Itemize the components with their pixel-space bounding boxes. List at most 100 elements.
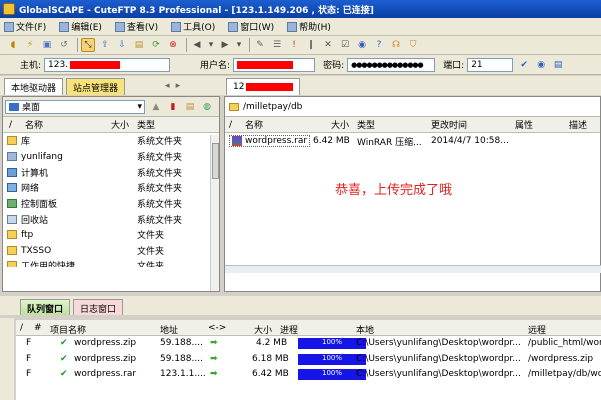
col-num[interactable]: #	[34, 323, 42, 333]
folder-icon	[229, 102, 239, 111]
table-row[interactable]: F ✔ wordpress.zip 59.188.... ➡ 6.18 MB 1…	[16, 352, 601, 368]
list-item[interactable]: 工作用的快捷 文件夹	[3, 259, 219, 267]
col-size[interactable]: 大小	[111, 118, 129, 131]
tab-prev-icon[interactable]: ◂	[165, 81, 170, 91]
stop-icon[interactable]: ⊗	[166, 38, 180, 52]
queue-list: / # 项目名称 地址 <-> 大小 进程 本地 远程 F ✔ wordpres…	[16, 320, 601, 400]
local-path-dropdown[interactable]: 桌面 ▾	[5, 99, 145, 114]
folder-new-icon[interactable]: ▤	[132, 38, 146, 52]
col-modified[interactable]: 更改时间	[431, 118, 467, 131]
shield-icon[interactable]: ⛉	[406, 38, 420, 52]
col-local[interactable]: 本地	[356, 323, 374, 336]
toolbar-divider	[77, 38, 78, 52]
password-input[interactable]: ●●●●●●●●●●●●●●	[347, 57, 436, 72]
sort-icon: /	[229, 119, 233, 130]
port-input[interactable]: 21	[467, 57, 514, 72]
arrow-right-icon: ➡	[210, 369, 218, 379]
menu-view[interactable]: 查看(V)	[114, 20, 158, 33]
folder-icon	[7, 230, 17, 240]
list-item[interactable]: 库系统文件夹	[3, 133, 219, 149]
forward-icon[interactable]: ▶	[218, 38, 232, 52]
connect-icon[interactable]: ◖	[6, 38, 20, 52]
download-icon[interactable]: ⇩	[115, 38, 129, 52]
pause-icon[interactable]: ❙	[304, 38, 318, 52]
tab-next-icon[interactable]: ▸	[176, 81, 181, 91]
list-item[interactable]: 控制面板 系统文件夹	[3, 196, 219, 212]
col-direction[interactable]: <->	[208, 323, 226, 333]
connect-go-icon[interactable]: ✔	[517, 58, 531, 72]
list-item[interactable]: TXSSO 文件夹	[3, 243, 219, 259]
site-icon[interactable]: ▣	[40, 38, 54, 52]
list-item[interactable]: ftp 文件夹	[3, 227, 219, 243]
col-size[interactable]: 大小	[254, 323, 272, 336]
site-manager-icon[interactable]: ▤	[551, 58, 565, 72]
col-name[interactable]: 名称	[25, 118, 43, 131]
reconnect-icon[interactable]: ↺	[57, 38, 71, 52]
right-tabs: 12	[222, 76, 601, 95]
local-scrollbar[interactable]	[210, 135, 219, 291]
username-input[interactable]	[233, 57, 316, 72]
checkbox-icon[interactable]: ☑	[338, 38, 352, 52]
list-item[interactable]: 计算机 系统文件夹	[3, 164, 219, 180]
local-pane: 桌面 ▾ ▲ ▮ ▤ ◍ / 名称 大小 类型 库系统文件夹 yunlifang…	[2, 96, 220, 292]
toolbar: ◖ ⚡ ▣ ↺ ⤡ ⇪ ⇩ ▤ ⟳ ⊗ ◀ ▾ ▶ ▾ ✎ ☰ ! ❙ ✕ ☑ …	[0, 36, 601, 55]
tab-site-manager[interactable]: 站点管理器	[66, 78, 126, 95]
disconnect-icon[interactable]: ⤡	[81, 38, 95, 52]
list-item[interactable]: 回收站 系统文件夹	[3, 211, 219, 227]
refresh-icon[interactable]: ⟳	[149, 38, 163, 52]
properties-icon[interactable]: ☰	[270, 38, 284, 52]
chevron-down-icon: ▾	[137, 101, 142, 112]
folder-icon	[7, 260, 17, 267]
col-item-name[interactable]: 项目名称	[50, 323, 86, 336]
list-item[interactable]: yunlifang 系统文件夹	[3, 149, 219, 165]
remote-path-bar: /milletpay/db	[225, 97, 600, 117]
desktop-icon	[9, 102, 19, 111]
options-icon[interactable]: ◉	[534, 58, 548, 72]
tab-log[interactable]: 日志窗口	[73, 299, 124, 315]
list-item[interactable]: 网络 系统文件夹	[3, 180, 219, 196]
user-folder-icon	[7, 152, 17, 162]
tab-local-drives[interactable]: 本地驱动器	[4, 78, 64, 95]
quick-connect-icon[interactable]: ⚡	[23, 38, 37, 52]
exclaim-icon[interactable]: !	[287, 38, 301, 52]
new-folder-icon[interactable]: ▤	[183, 100, 197, 114]
bookmark-icon[interactable]: ▮	[166, 100, 180, 114]
col-remote[interactable]: 远程	[528, 323, 546, 336]
scroll-thumb[interactable]	[212, 143, 219, 179]
menu-window[interactable]: 窗口(W)	[228, 20, 274, 33]
table-row[interactable]: F ✔ wordpress.zip 59.188.... ➡ 4.2 MB 10…	[16, 336, 601, 352]
chevron-down-icon[interactable]: ▾	[207, 38, 215, 52]
delete-icon[interactable]: ✕	[321, 38, 335, 52]
headphones-icon[interactable]: ☊	[389, 38, 403, 52]
col-type[interactable]: 类型	[357, 118, 375, 131]
remote-path[interactable]: /milletpay/db	[243, 102, 302, 112]
menu-file[interactable]: 文件(F)	[4, 20, 46, 33]
globe-icon[interactable]: ◉	[355, 38, 369, 52]
upload-icon[interactable]: ⇪	[98, 38, 112, 52]
up-folder-icon[interactable]: ▲	[149, 100, 163, 114]
col-attributes[interactable]: 属性	[515, 118, 533, 131]
check-icon: ✔	[60, 338, 68, 348]
menu-tools[interactable]: 工具(O)	[171, 20, 215, 33]
tab-remote-site[interactable]: 12	[226, 78, 300, 95]
network-icon[interactable]: ◍	[200, 100, 214, 114]
chevron-down-icon[interactable]: ▾	[235, 38, 243, 52]
local-list-header: / 名称 大小 类型	[3, 117, 219, 133]
col-size[interactable]: 大小	[331, 118, 349, 131]
col-name[interactable]: 名称	[245, 118, 263, 131]
col-address[interactable]: 地址	[160, 323, 178, 336]
col-type[interactable]: 类型	[137, 118, 155, 131]
tab-queue[interactable]: 队列窗口	[20, 299, 71, 315]
host-input[interactable]: 123.	[44, 57, 171, 72]
col-progress[interactable]: 进程	[280, 323, 298, 336]
back-icon[interactable]: ◀	[190, 38, 204, 52]
menu-help[interactable]: 帮助(H)	[287, 20, 331, 33]
table-row[interactable]: wordpress.rar 6.42 MB WinRAR 压缩... 2014/…	[225, 133, 600, 149]
network-icon	[7, 183, 17, 193]
table-row[interactable]: F ✔ wordpress.rar 123.1.1.... ➡ 6.42 MB …	[16, 367, 601, 383]
col-description[interactable]: 描述	[569, 118, 587, 131]
edit-icon[interactable]: ✎	[253, 38, 267, 52]
help-icon[interactable]: ?	[372, 38, 386, 52]
background-overlay-strip	[225, 265, 601, 273]
menu-edit[interactable]: 编辑(E)	[59, 20, 102, 33]
